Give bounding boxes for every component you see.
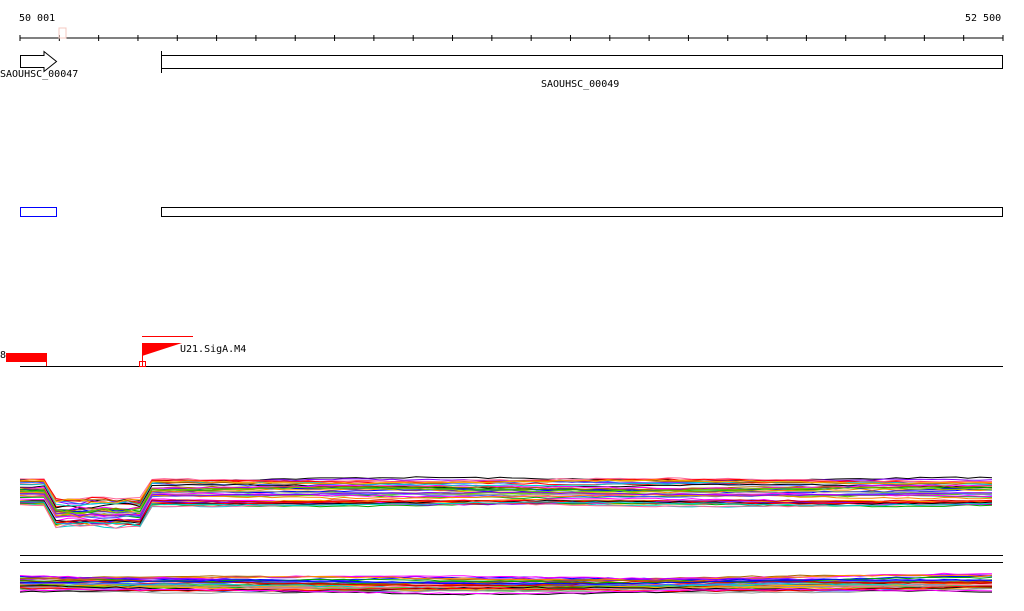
cds-box-2[interactable] [161,207,1003,217]
expression-line [19,501,993,527]
track-separator [20,555,1003,563]
ruler-start-label: 50 001 [19,13,56,24]
ruler-cursor-marker [58,27,67,39]
promoter-track [6,336,1003,367]
promoter-site-label[interactable]: U21.SigA.M4 [180,344,246,355]
cds-track [20,207,1003,217]
promoter-value-label: 8 [0,350,7,361]
expression-track-2 [19,572,993,596]
cds-box-1[interactable] [20,207,57,217]
expression-track-1 [19,476,993,529]
gene-track [20,50,1003,73]
genome-browser-canvas[interactable] [0,0,1024,611]
promoter-site-flag[interactable] [142,343,182,356]
gene-box-SAOUHSC_00049[interactable] [161,55,1003,69]
ruler-end-label: 52 500 [965,13,1002,24]
gene-label-SAOUHSC_00049[interactable]: SAOUHSC_00049 [541,79,619,90]
expression-line [19,502,993,529]
gene-label-SAOUHSC_00047[interactable]: SAOUHSC_00047 [0,69,78,80]
promoter-block[interactable] [6,353,46,362]
coordinate-ruler [19,35,1004,41]
